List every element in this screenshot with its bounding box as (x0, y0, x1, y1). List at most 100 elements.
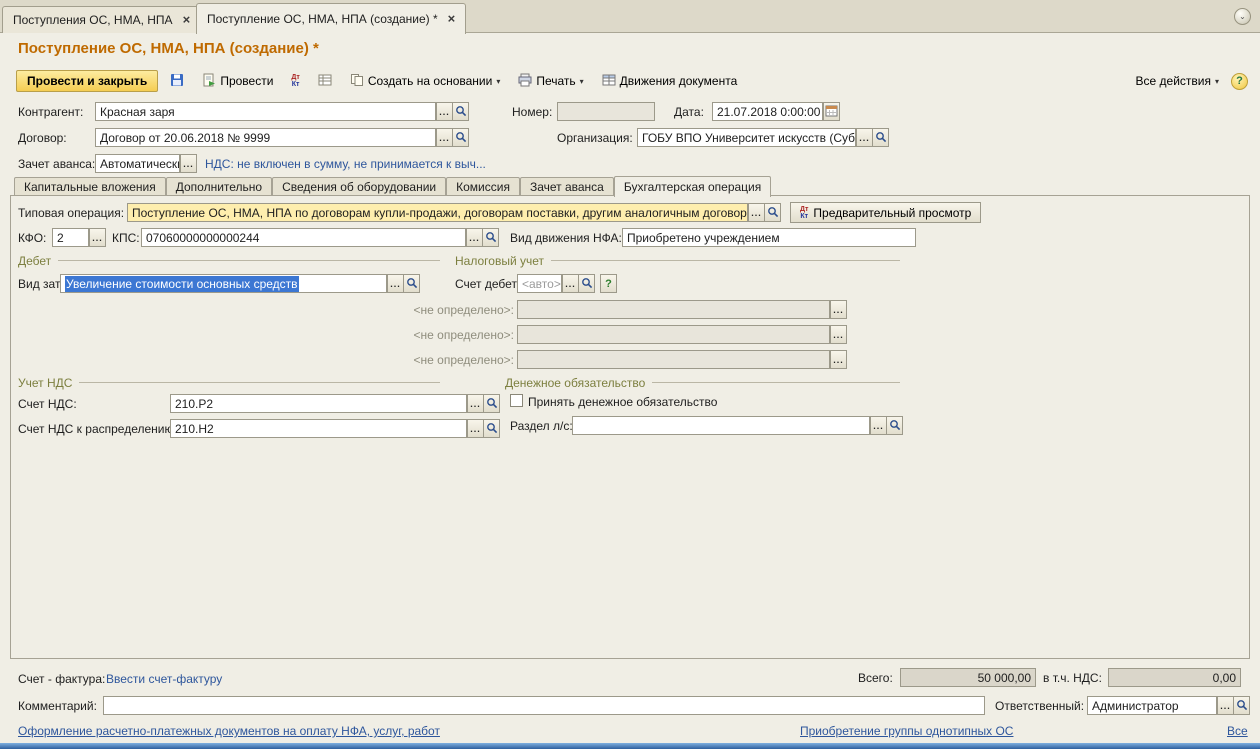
kps-field[interactable]: 07060000000000244 (141, 228, 466, 247)
tax-debit-lookup-button[interactable] (578, 274, 595, 293)
typical-operation-value: Поступление ОС, НМА, НПА по договорам ку… (132, 206, 748, 220)
nfa-movement-field[interactable]: Приобретено учреждением (622, 228, 916, 247)
undefined-ellipsis-button-1[interactable]: ... (830, 300, 847, 319)
tab-equipment-info[interactable]: Сведения об оборудовании (272, 177, 446, 195)
undefined-field-3 (517, 350, 830, 369)
tab-accounting-operation[interactable]: Бухгалтерская операция (614, 176, 771, 197)
account-section-field[interactable] (572, 416, 870, 435)
tax-debit-ellipsis-button[interactable]: ... (562, 274, 579, 293)
post-and-close-button[interactable]: Провести и закрыть (16, 70, 158, 92)
close-icon[interactable]: × (183, 15, 191, 25)
group-acquisition-link[interactable]: Приобретение группы однотипных ОС (800, 724, 1013, 738)
print-button[interactable]: Печать ▾ (512, 70, 589, 92)
account-section-ellipsis-button[interactable]: ... (870, 416, 887, 435)
typical-operation-ellipsis-button[interactable]: ... (748, 203, 765, 222)
save-button[interactable] (164, 70, 190, 92)
cost-type-field[interactable]: Увеличение стоимости основных средств (60, 274, 387, 293)
kfo-label: КФО: (18, 231, 46, 245)
kfo-field[interactable]: 2 (52, 228, 89, 247)
number-field (557, 102, 655, 121)
vat-total-label: в т.ч. НДС: (1043, 671, 1102, 685)
vat-settings-link[interactable]: НДС: не включен в сумму, не принимается … (205, 157, 486, 171)
kps-lookup-button[interactable] (482, 228, 499, 247)
kps-value: 07060000000000244 (146, 231, 259, 245)
comment-field[interactable] (103, 696, 985, 715)
typical-operation-field[interactable]: Поступление ОС, НМА, НПА по договорам ку… (127, 203, 748, 222)
advance-field[interactable]: Автоматически (95, 154, 180, 173)
magnifier-icon (581, 277, 593, 291)
magnifier-icon (889, 419, 901, 433)
page-title: Поступление ОС, НМА, НПА (создание) * (18, 40, 319, 57)
cost-type-lookup-button[interactable] (403, 274, 420, 293)
vat-dist-field[interactable]: 210.Н2 (170, 419, 467, 438)
document-tab-inactive[interactable]: Поступления ОС, НМА, НПА × (2, 6, 201, 33)
monetary-obligation-checkbox[interactable] (510, 394, 523, 407)
account-section-label: Раздел л/с: (510, 419, 573, 433)
report-button[interactable] (312, 70, 338, 92)
date-value: 21.07.2018 0:00:00 (717, 105, 820, 119)
tab-additional[interactable]: Дополнительно (166, 177, 272, 195)
vat-account-lookup-button[interactable] (483, 394, 500, 413)
preview-button[interactable]: ДтКт Предварительный просмотр (790, 202, 981, 223)
kps-ellipsis-button[interactable]: ... (466, 228, 483, 247)
document-tab-active[interactable]: Поступление ОС, НМА, НПА (создание) * × (196, 3, 466, 34)
counterparty-ellipsis-button[interactable]: ... (436, 102, 453, 121)
ellipsis-icon: ... (439, 109, 450, 115)
tax-help-button[interactable]: ? (600, 274, 617, 293)
tab-overview-button[interactable]: ⌄ (1234, 8, 1251, 25)
create-based-on-button[interactable]: Создать на основании ▾ (344, 70, 507, 92)
all-actions-label: Все действия (1136, 74, 1211, 88)
responsible-lookup-button[interactable] (1233, 696, 1250, 715)
vat-dist-lookup-button[interactable] (483, 419, 500, 438)
counterparty-field[interactable]: Красная заря (95, 102, 436, 121)
organization-ellipsis-button[interactable]: ... (856, 128, 873, 147)
organization-field[interactable]: ГОБУ ВПО Университет искусств (Субсидия) (637, 128, 856, 147)
close-icon[interactable]: × (448, 14, 456, 24)
all-actions-button[interactable]: Все действия ▾ (1130, 70, 1225, 92)
ellipsis-icon: ... (390, 281, 401, 287)
undefined-label-3: <не определено>: (414, 353, 515, 367)
vat-account-field[interactable]: 210.Р2 (170, 394, 467, 413)
vat-account-label: Счет НДС: (18, 397, 77, 411)
cost-type-ellipsis-button[interactable]: ... (387, 274, 404, 293)
advance-ellipsis-button[interactable]: ... (180, 154, 197, 173)
enter-invoice-link[interactable]: Ввести счет-фактуру (106, 672, 222, 686)
typical-operation-lookup-button[interactable] (764, 203, 781, 222)
ellipsis-icon: ... (92, 235, 103, 241)
tab-commission[interactable]: Комиссия (446, 177, 520, 195)
undefined-ellipsis-button-3[interactable]: ... (830, 350, 847, 369)
responsible-ellipsis-button[interactable]: ... (1217, 696, 1234, 715)
ellipsis-icon: ... (470, 426, 481, 432)
undefined-ellipsis-button-2[interactable]: ... (830, 325, 847, 344)
date-field[interactable]: 21.07.2018 0:00:00 (712, 102, 823, 121)
document-movements-button[interactable]: Движения документа (596, 70, 744, 92)
responsible-field[interactable]: Администратор (1087, 696, 1217, 715)
vat-group-header: Учет НДС (18, 376, 440, 389)
kfo-ellipsis-button[interactable]: ... (89, 228, 106, 247)
chevron-down-icon: ▾ (580, 77, 584, 86)
all-commands-link[interactable]: Все (1227, 724, 1248, 738)
organization-lookup-button[interactable] (872, 128, 889, 147)
post-button[interactable]: Провести (196, 70, 279, 92)
ellipsis-icon: ... (183, 161, 194, 167)
ellipsis-icon: ... (751, 210, 762, 216)
ellipsis-icon: ... (439, 135, 450, 141)
tab-capital-investments[interactable]: Капитальные вложения (14, 177, 166, 195)
vat-account-ellipsis-button[interactable]: ... (467, 394, 484, 413)
magnifier-icon (767, 206, 779, 220)
contract-field[interactable]: Договор от 20.06.2018 № 9999 (95, 128, 436, 147)
dtkt-button[interactable]: ДтКт (285, 70, 305, 92)
tax-debit-account-field[interactable]: <авто> (517, 274, 562, 293)
vat-dist-ellipsis-button[interactable]: ... (467, 419, 484, 438)
help-button[interactable]: ? (1231, 73, 1248, 90)
help-icon: ? (605, 278, 612, 290)
contract-ellipsis-button[interactable]: ... (436, 128, 453, 147)
organization-label: Организация: (557, 131, 633, 145)
payment-documents-link[interactable]: Оформление расчетно-платежных документов… (18, 724, 440, 738)
date-calendar-button[interactable] (823, 102, 840, 121)
kps-label: КПС: (112, 231, 140, 245)
counterparty-lookup-button[interactable] (452, 102, 469, 121)
tab-advance-offset[interactable]: Зачет аванса (520, 177, 614, 195)
contract-lookup-button[interactable] (452, 128, 469, 147)
account-section-lookup-button[interactable] (886, 416, 903, 435)
